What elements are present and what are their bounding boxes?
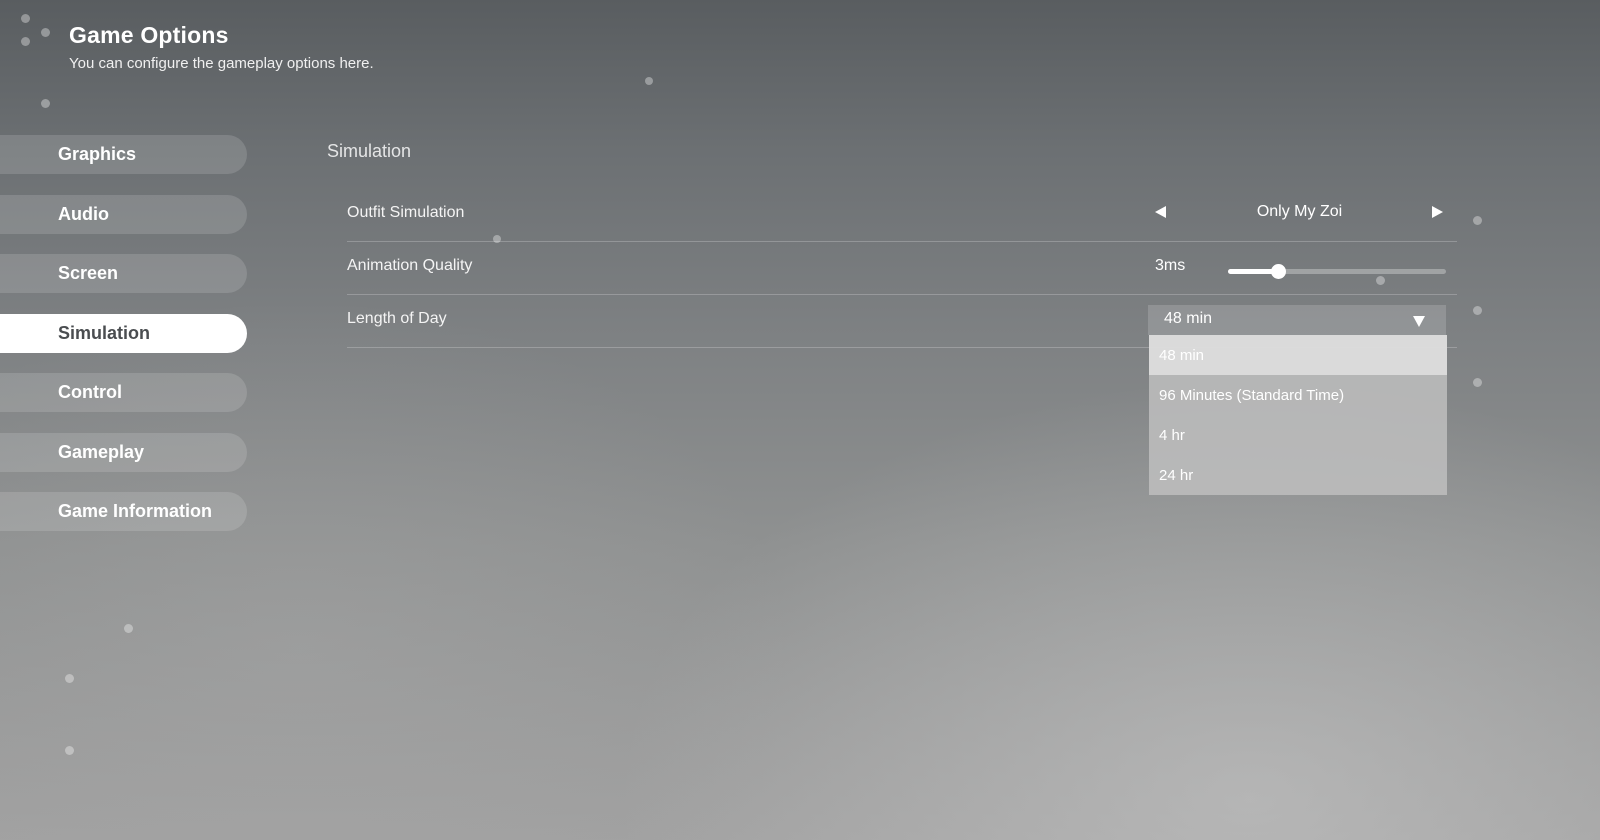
section-title: Simulation [327,141,412,161]
page-header: Game Options You can configure the gamep… [69,20,374,74]
dropdown-option[interactable]: 48 min [1149,335,1447,375]
sidebar-item-gameplay[interactable]: Gameplay [0,433,247,472]
page-subtitle: You can configure the gameplay options h… [69,55,374,72]
setting-label: Animation Quality [347,257,473,274]
decorative-dot [1473,216,1482,225]
sidebar-item-label: Simulation [58,323,151,343]
sidebar-item-label: Gameplay [58,442,145,462]
sidebar-item-audio[interactable]: Audio [0,195,247,234]
setting-label: Outfit Simulation [347,204,465,221]
setting-row-outfit-simulation: Outfit Simulation Only My Zoi [347,189,1457,242]
sidebar-item-screen[interactable]: Screen [0,254,247,293]
sidebar-item-label: Screen [58,263,119,283]
sidebar-item-graphics[interactable]: Graphics [0,135,247,174]
animation-quality-value: 3ms [1155,257,1186,274]
decorative-dot [41,99,50,108]
sidebar-item-simulation[interactable]: Simulation [0,314,247,353]
setting-label: Length of Day [347,310,447,327]
dropdown-option[interactable]: 24 hr [1149,455,1447,495]
length-of-day-dropdown[interactable]: 48 min [1148,305,1446,335]
decorative-dot [65,746,74,755]
sidebar-item-label: Control [58,382,122,402]
setting-row-animation-quality: Animation Quality 3ms [347,242,1457,295]
triangle-right-icon[interactable] [1432,206,1443,218]
length-of-day-options: 48 min 96 Minutes (Standard Time) 4 hr 2… [1149,335,1447,495]
outfit-simulation-value: Only My Zoi [1256,203,1343,220]
sidebar-item-label: Graphics [58,144,137,164]
decorative-dot [645,77,653,85]
page-title: Game Options [69,22,229,48]
triangle-down-icon [1413,316,1425,327]
decorative-dot [65,674,74,683]
decorative-dot [1473,306,1482,315]
dropdown-option[interactable]: 96 Minutes (Standard Time) [1149,375,1447,415]
sidebar-item-game-information[interactable]: Game Information [0,492,247,531]
sidebar-item-control[interactable]: Control [0,373,247,412]
slider-thumb[interactable] [1271,264,1287,279]
sidebar-item-label: Game Information [58,501,213,521]
decorative-dot [124,624,133,633]
dropdown-value: 48 min [1164,310,1213,327]
dropdown-option[interactable]: 4 hr [1149,415,1447,455]
triangle-left-icon[interactable] [1155,206,1166,218]
decorative-dot [21,37,30,46]
decorative-dot [41,28,50,37]
animation-quality-slider[interactable] [1228,264,1446,279]
decorative-dot [1473,378,1482,387]
sidebar-item-label: Audio [58,204,109,224]
decorative-dot [21,14,30,23]
